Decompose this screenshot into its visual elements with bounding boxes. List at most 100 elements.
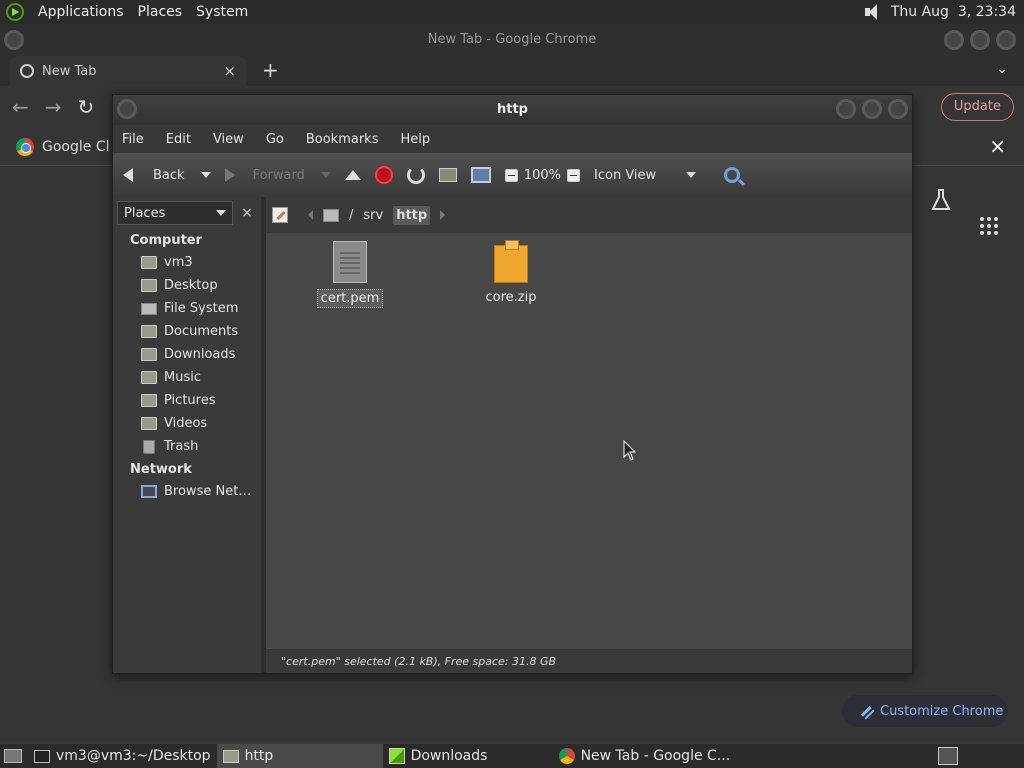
applications-menu[interactable]: Applications: [38, 4, 124, 20]
filesystem-root-icon[interactable]: [323, 208, 339, 222]
home-button[interactable]: [438, 168, 457, 182]
maximize-button[interactable]: [970, 30, 990, 50]
up-button[interactable]: [344, 170, 361, 180]
update-button[interactable]: Update: [940, 93, 1014, 121]
path-bar: / srv http: [266, 197, 912, 233]
close-sidebar-icon[interactable]: ×: [237, 201, 257, 225]
sidebar-item-downloads[interactable]: Downloads: [113, 343, 261, 366]
task-downloads[interactable]: Downloads: [383, 744, 553, 768]
stop-button[interactable]: [374, 166, 393, 184]
task-terminal[interactable]: vm3@vm3:~/Desktop: [28, 744, 217, 768]
minimize-button[interactable]: [836, 99, 856, 119]
sidebar-type-select[interactable]: Places: [117, 201, 233, 225]
menu-go[interactable]: Go: [266, 132, 284, 147]
task-chrome[interactable]: New Tab - Google C...: [553, 744, 737, 768]
file-manager-window: http File Edit View Go Bookmarks Help Ba…: [112, 94, 913, 674]
forward-button[interactable]: Forward: [224, 168, 331, 183]
google-chrome-icon: [16, 137, 34, 156]
sidebar-item-pictures[interactable]: Pictures: [113, 389, 261, 412]
task-label: Downloads: [410, 748, 488, 764]
videos-folder-icon: [141, 417, 157, 430]
sidebar-item-file-system[interactable]: File System: [113, 297, 261, 320]
sidebar-item-desktop[interactable]: Desktop: [113, 274, 261, 297]
file-manager-titlebar[interactable]: http: [113, 95, 912, 125]
computer-button[interactable]: [470, 167, 491, 183]
close-button[interactable]: [888, 99, 908, 119]
pencil-icon: [857, 702, 875, 720]
zoom-out-icon[interactable]: [504, 168, 518, 182]
places-menu[interactable]: Places: [138, 4, 183, 20]
file-manager-body: Places × Computer vm3 Desktop File Syste…: [113, 197, 912, 673]
distro-logo-icon[interactable]: [6, 3, 24, 21]
labs-flask-icon[interactable]: [930, 188, 952, 212]
sidebar-item-vm3[interactable]: vm3: [113, 251, 261, 274]
sidebar-item-label: Documents: [164, 324, 239, 339]
window-title: http: [497, 102, 528, 117]
tab-close-icon[interactable]: ×: [223, 62, 236, 80]
taskbar: vm3@vm3:~/Desktop http Downloads New Tab…: [0, 744, 1024, 768]
forward-arrow-icon[interactable]: →: [45, 95, 62, 119]
search-icon[interactable]: [724, 167, 741, 183]
breadcrumb-http[interactable]: http: [393, 205, 431, 225]
forward-arrow-icon: [224, 168, 235, 182]
menu-help[interactable]: Help: [400, 132, 430, 147]
sidebar-item-trash[interactable]: Trash: [113, 435, 261, 458]
clock[interactable]: Thu Aug 3, 23:34: [891, 4, 1016, 20]
sidebar-item-label: vm3: [164, 255, 193, 270]
up-arrow-icon: [344, 170, 361, 180]
maximize-button[interactable]: [862, 99, 882, 119]
zoom-in-icon[interactable]: [567, 168, 581, 182]
network-icon: [141, 485, 157, 498]
menu-edit[interactable]: Edit: [166, 132, 191, 147]
close-button[interactable]: [996, 30, 1016, 50]
workspace-switcher-icon[interactable]: [938, 747, 958, 765]
path-scroll-left-icon[interactable]: [308, 210, 313, 220]
new-tab-button[interactable]: +: [262, 58, 279, 82]
reload-button[interactable]: [406, 166, 425, 184]
zoom-controls: 100%: [504, 168, 581, 183]
breadcrumb-srv[interactable]: srv: [363, 208, 383, 223]
volume-icon[interactable]: [863, 3, 883, 21]
back-label: Back: [153, 167, 185, 183]
task-http[interactable]: http: [216, 744, 383, 768]
sidebar-item-music[interactable]: Music: [113, 366, 261, 389]
icon-grid: cert.pem core.zip: [266, 233, 912, 651]
view-mode-select[interactable]: Icon View: [594, 168, 697, 183]
trash-icon: [143, 439, 155, 454]
reload-icon[interactable]: ↻: [78, 95, 95, 119]
customize-chrome-button[interactable]: Customize Chrome: [842, 695, 1008, 727]
pictures-folder-icon: [141, 394, 157, 407]
drive-icon: [141, 302, 157, 315]
file-item-cert-pem[interactable]: cert.pem: [310, 241, 390, 308]
path-scroll-right-icon[interactable]: [440, 210, 446, 220]
close-icon[interactable]: ×: [989, 134, 1006, 158]
menu-file[interactable]: File: [122, 132, 144, 147]
back-history-dropdown[interactable]: [200, 172, 211, 178]
system-menu[interactable]: System: [196, 4, 248, 20]
sidebar-item-videos[interactable]: Videos: [113, 412, 261, 435]
edit-location-icon[interactable]: [272, 207, 288, 223]
music-folder-icon: [141, 371, 157, 384]
sidebar-item-browse-network[interactable]: Browse Net…: [113, 480, 261, 503]
show-desktop-icon[interactable]: [4, 749, 22, 763]
file-name: cert.pem: [316, 289, 384, 308]
back-arrow-icon[interactable]: ←: [12, 95, 29, 119]
menu-view[interactable]: View: [213, 132, 244, 147]
tab-search-button[interactable]: ⌄: [996, 61, 1008, 77]
sidebar-item-documents[interactable]: Documents: [113, 320, 261, 343]
apps-grid-icon[interactable]: [980, 217, 998, 235]
chrome-titlebar: New Tab - Google Chrome: [0, 24, 1024, 56]
menu-bookmarks[interactable]: Bookmarks: [306, 132, 379, 147]
file-item-core-zip[interactable]: core.zip: [471, 240, 551, 306]
back-button[interactable]: Back: [123, 168, 211, 183]
window-menu-button[interactable]: [117, 99, 137, 131]
task-label: New Tab - Google C...: [580, 748, 731, 764]
forward-history-dropdown[interactable]: [320, 172, 331, 178]
stop-icon: [374, 166, 393, 184]
bookmark-item[interactable]: Google Cl: [42, 139, 109, 155]
minimize-button[interactable]: [944, 30, 964, 50]
sidebar-item-label: Desktop: [164, 278, 218, 293]
sidebar-type-label: Places: [124, 205, 166, 221]
sidebar-item-label: Videos: [164, 416, 208, 431]
tab-new-tab[interactable]: New Tab ×: [10, 56, 246, 86]
